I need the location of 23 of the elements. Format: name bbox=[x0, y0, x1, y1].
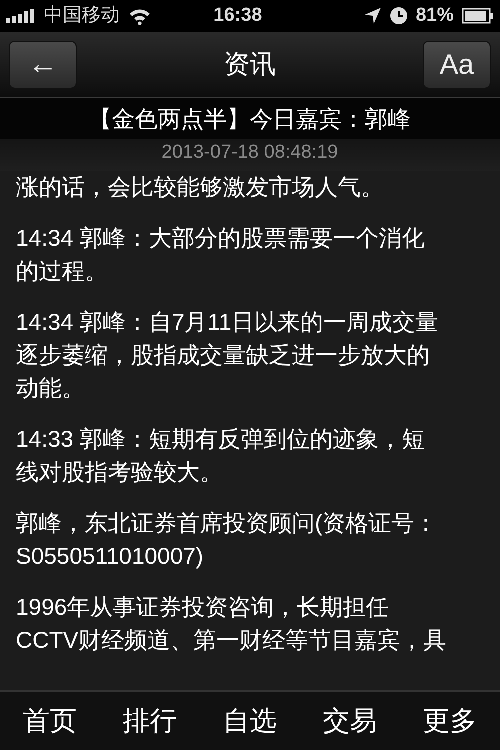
signal-icon bbox=[6, 9, 36, 23]
location-icon bbox=[364, 7, 382, 25]
article-paragraph: 14:34 郭峰：大部分的股票需要一个消化 的过程。 bbox=[16, 224, 426, 286]
wifi-icon bbox=[128, 8, 152, 24]
tab-item[interactable]: 自选 bbox=[223, 700, 277, 742]
nav-title: 资讯 bbox=[224, 48, 276, 81]
battery-icon bbox=[462, 8, 494, 24]
clock-icon bbox=[390, 7, 408, 25]
status-time: 16:38 bbox=[214, 4, 262, 28]
article-paragraph: 14:34 郭峰：自7月11日以来的一周成交量 逐步萎缩，股指成交量缺乏进一步放大的 动能。 bbox=[16, 308, 440, 403]
tab-item[interactable]: 排行 bbox=[123, 700, 177, 742]
back-button[interactable]: ← bbox=[9, 40, 77, 88]
tab-item[interactable]: 更多 bbox=[423, 700, 477, 742]
article-paragraph: 1996年从事证券投资咨询，长期担任 CCTV财经频道、第一财经等节目嘉宾，具 bbox=[16, 593, 448, 655]
tab-item[interactable]: 首页 bbox=[23, 700, 77, 742]
tab-item[interactable]: 交易 bbox=[323, 700, 377, 742]
article-paragraph: 涨的话，会比较能够激发市场人气。 bbox=[16, 173, 385, 202]
article-paragraph: 郭峰，东北证券首席投资顾问(资格证号： S0550511010007) bbox=[16, 509, 439, 571]
article-title: 【金色两点半】今日嘉宾：郭峰 bbox=[0, 98, 500, 138]
article-paragraph: 14:33 郭峰：短期有反弹到位的迹象，短 线对股指考验较大。 bbox=[16, 425, 426, 487]
carrier-name: 中国移动 bbox=[44, 4, 120, 28]
battery-percent: 81% bbox=[416, 4, 454, 28]
font-size-button[interactable]: Aa bbox=[423, 40, 491, 88]
